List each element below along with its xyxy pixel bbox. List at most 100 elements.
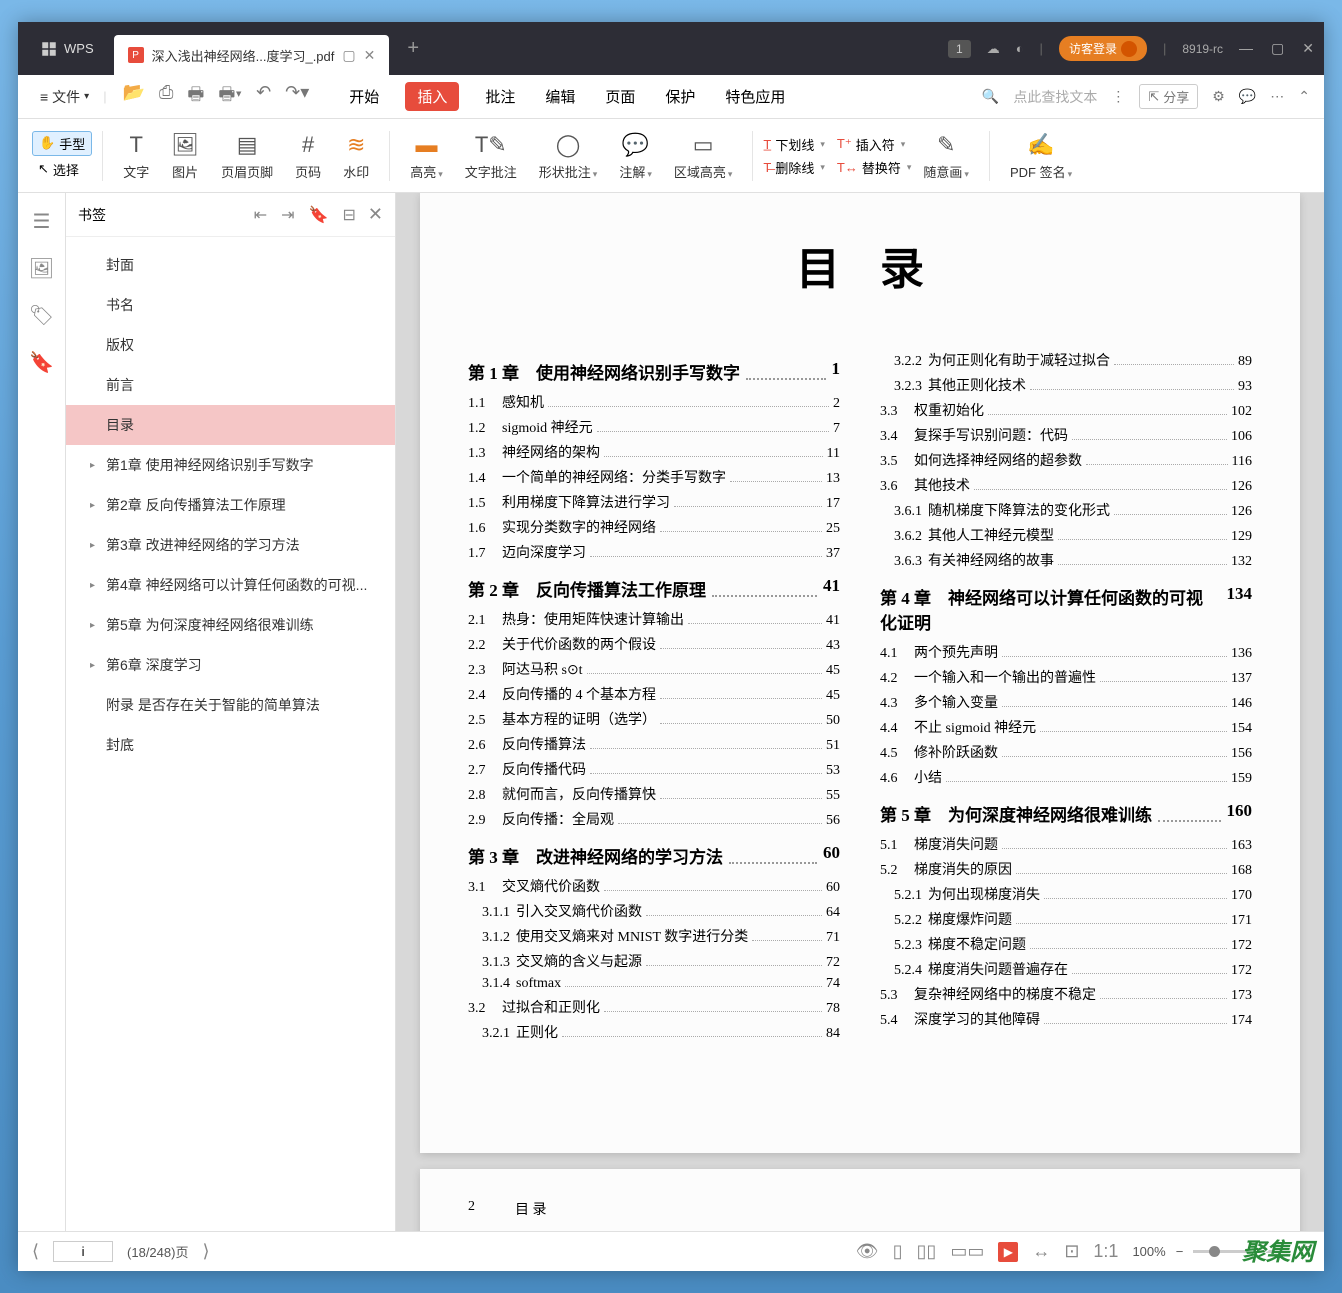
fit-page-icon[interactable]: ⊡ xyxy=(1064,1241,1079,1262)
settings-icon[interactable]: ⚙ xyxy=(1212,88,1225,105)
bookmark-item[interactable]: ▸第5章 为何深度神经网络很难训练 xyxy=(66,605,395,645)
menu-tab-特色应用[interactable]: 特色应用 xyxy=(721,82,789,111)
page-num-tool[interactable]: #页码 xyxy=(285,126,331,185)
comment-tool[interactable]: 💬注解▾ xyxy=(609,126,662,185)
toc-line: 3.2.2为何正则化有助于减轻过拟合89 xyxy=(880,350,1252,370)
page-input[interactable] xyxy=(53,1241,113,1262)
bookmark-item[interactable]: ▸第2章 反向传播算法工作原理 xyxy=(66,485,395,525)
view-single-icon[interactable]: ▯ xyxy=(893,1241,903,1262)
skin-icon[interactable]: ◐ xyxy=(1016,41,1024,56)
menu-tab-批注[interactable]: 批注 xyxy=(481,82,519,111)
menu-tab-页面[interactable]: 页面 xyxy=(601,82,639,111)
bm-indent-left-icon[interactable]: ⇤ xyxy=(254,205,267,225)
image-tool[interactable]: 🖼图片 xyxy=(161,126,209,185)
shape-annotation-tool[interactable]: ◯形状批注▾ xyxy=(529,126,608,185)
next-page-icon[interactable]: ⟩ xyxy=(202,1241,209,1262)
print-icon[interactable]: 🖶 xyxy=(187,82,204,112)
file-menu[interactable]: ≡ 文件 ▾ xyxy=(32,83,97,111)
text-annotation-tool[interactable]: T✎文字批注 xyxy=(455,126,527,185)
bookmark-item[interactable]: 附录 是否存在关于智能的简单算法 xyxy=(66,685,395,725)
area-highlight-icon: ▭ xyxy=(693,130,714,160)
freehand-tool[interactable]: ✎随意画▾ xyxy=(913,126,979,185)
print-preview-icon[interactable]: 🖶▾ xyxy=(218,82,242,112)
area-highlight-tool[interactable]: ▭区域高亮▾ xyxy=(664,126,743,185)
bookmark-item[interactable]: ▸第3章 改进神经网络的学习方法 xyxy=(66,525,395,565)
chevron-down-icon: ▾ xyxy=(84,91,89,102)
fit-width-icon[interactable]: ↔ xyxy=(1032,1241,1050,1262)
document-view[interactable]: 目录 第 1 章 使用神经网络识别手写数字11.1感知机21.2sigmoid … xyxy=(396,193,1324,1231)
pdf-sign-tool[interactable]: ✍PDF 签名▾ xyxy=(1000,126,1082,185)
menu-tab-保护[interactable]: 保护 xyxy=(661,82,699,111)
bookmark-item[interactable]: 封面 xyxy=(66,245,395,285)
text-tool[interactable]: T文字 xyxy=(113,126,159,185)
highlight-tool[interactable]: ▬高亮▾ xyxy=(400,126,453,185)
notification-badge[interactable]: 1 xyxy=(948,40,971,58)
bm-collapse-icon[interactable]: ⊟ xyxy=(343,205,356,225)
view-continuous-icon[interactable]: ▯▯ xyxy=(917,1241,937,1262)
eye-icon[interactable]: 👁 xyxy=(856,1241,879,1262)
expand-icon[interactable]: ▸ xyxy=(90,620,100,631)
bookmark-item[interactable]: ▸第4章 神经网络可以计算任何函数的可视... xyxy=(66,565,395,605)
menu-tab-开始[interactable]: 开始 xyxy=(345,82,383,111)
search-icon[interactable]: 🔍 xyxy=(982,88,999,105)
close-panel-icon[interactable]: ✕ xyxy=(368,204,383,225)
redo-icon[interactable]: ↷▾ xyxy=(285,82,309,112)
maximize-icon[interactable]: ▢ xyxy=(1271,40,1284,57)
header-footer-tool[interactable]: ▤页眉页脚 xyxy=(211,126,283,185)
menu-more-icon[interactable]: ⋮ xyxy=(1111,88,1125,105)
view-double-icon[interactable]: ▭▭ xyxy=(950,1241,984,1262)
menu-tab-插入[interactable]: 插入 xyxy=(405,82,459,111)
bookmark-item[interactable]: 前言 xyxy=(66,365,395,405)
save-icon[interactable]: ⎙ xyxy=(159,82,173,112)
bookmark-item[interactable]: 目录 xyxy=(66,405,395,445)
bm-indent-right-icon[interactable]: ⇥ xyxy=(281,205,294,225)
thumbnail-icon[interactable]: 🖼 xyxy=(29,256,54,281)
share-icon: ⇱ xyxy=(1148,89,1159,105)
actual-size-icon[interactable]: 1:1 xyxy=(1093,1241,1118,1262)
new-tab-button[interactable]: + xyxy=(407,37,419,60)
share-button[interactable]: ⇱ 分享 xyxy=(1139,84,1198,109)
search-hint[interactable]: 点此查找文本 xyxy=(1013,87,1097,107)
bookmark-item[interactable]: ▸第6章 深度学习 xyxy=(66,645,395,685)
collapse-ribbon-icon[interactable]: ⌃ xyxy=(1298,88,1310,105)
tag-icon[interactable]: 🏷 xyxy=(29,303,54,328)
bookmark-rail-icon[interactable]: 🔖 xyxy=(29,350,54,375)
more-icon[interactable]: ⋯ xyxy=(1270,88,1284,105)
guest-login-button[interactable]: 访客登录 xyxy=(1059,36,1147,61)
bm-add-icon[interactable]: 🔖 xyxy=(309,205,329,225)
replace-symbol-tool[interactable]: T↔替换符▾ xyxy=(837,158,912,177)
select-tool[interactable]: ↖选择 xyxy=(32,158,92,181)
undo-icon[interactable]: ↶ xyxy=(256,82,271,112)
strikethrough-tool[interactable]: T̶删除线▾ xyxy=(763,158,825,177)
minimize-icon[interactable]: — xyxy=(1239,40,1253,57)
toc-line: 5.2.3梯度不稳定问题172 xyxy=(880,934,1252,954)
toc-line: 3.1.4softmax74 xyxy=(468,976,840,992)
expand-icon[interactable]: ▸ xyxy=(90,660,100,671)
watermark-tool[interactable]: ≋水印 xyxy=(333,126,379,185)
insert-symbol-tool[interactable]: T⁺插入符▾ xyxy=(837,135,912,154)
toc-line: 2.8就何而言，反向传播算快55 xyxy=(468,784,840,804)
underline-tool[interactable]: T̲下划线▾ xyxy=(763,135,825,154)
chat-icon[interactable]: 💬 xyxy=(1239,88,1256,105)
outline-icon[interactable]: ☰ xyxy=(33,209,51,234)
cloud-icon[interactable]: ☁ xyxy=(987,41,1000,57)
document-tab[interactable]: P 深入浅出神经网络...度学习_.pdf ▢ ✕ xyxy=(114,35,390,75)
play-icon[interactable]: ▶ xyxy=(998,1242,1018,1262)
open-icon[interactable]: 📂 xyxy=(123,82,145,112)
bookmark-item[interactable]: 封底 xyxy=(66,725,395,765)
wps-icon xyxy=(40,40,58,58)
close-tab-icon[interactable]: ✕ xyxy=(364,47,376,64)
expand-icon[interactable]: ▸ xyxy=(90,580,100,591)
close-window-icon[interactable]: ✕ xyxy=(1302,40,1314,57)
expand-icon[interactable]: ▸ xyxy=(90,540,100,551)
menu-tab-编辑[interactable]: 编辑 xyxy=(541,82,579,111)
prev-page-icon[interactable]: ⟨ xyxy=(32,1241,39,1262)
bookmark-item[interactable]: ▸第1章 使用神经网络识别手写数字 xyxy=(66,445,395,485)
bookmark-item[interactable]: 版权 xyxy=(66,325,395,365)
tab-board-icon[interactable]: ▢ xyxy=(342,47,355,64)
expand-icon[interactable]: ▸ xyxy=(90,500,100,511)
zoom-out-icon[interactable]: − xyxy=(1176,1244,1184,1259)
bookmark-item[interactable]: 书名 xyxy=(66,285,395,325)
hand-tool[interactable]: ✋手型 xyxy=(32,131,92,156)
expand-icon[interactable]: ▸ xyxy=(90,460,100,471)
